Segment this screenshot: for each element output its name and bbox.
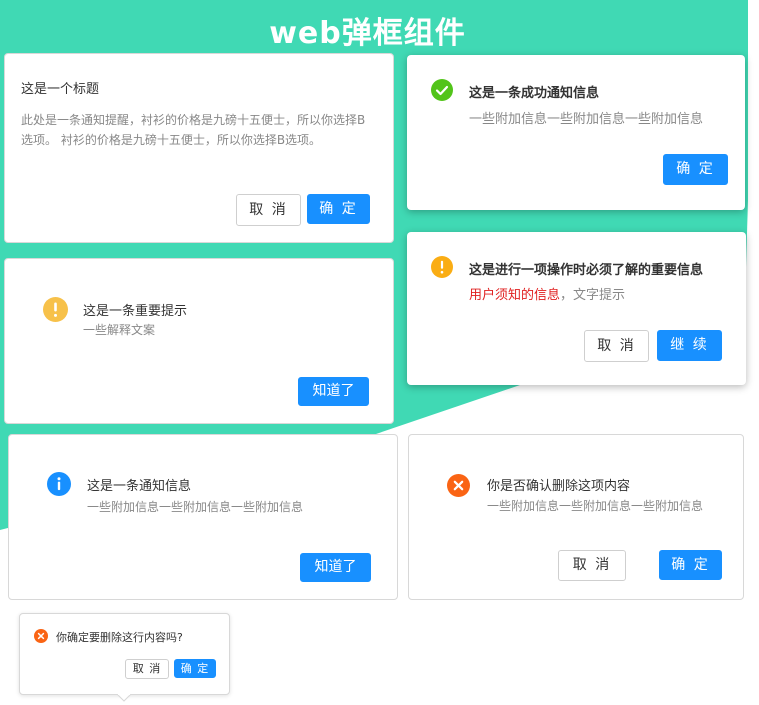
page-title: web弹框组件 [269, 16, 466, 51]
dialog-title: 这是一条通知信息 [87, 479, 192, 494]
exclamation-circle-icon [431, 256, 453, 278]
success-dialog: 这是一条成功通知信息 一些附加信息一些附加信息一些附加信息 确 定 [407, 55, 745, 210]
delete-confirm-dialog: 你是否确认删除这项内容 一些附加信息一些附加信息一些附加信息 取 消 确 定 [408, 434, 744, 600]
important-tip-dialog: 这是一条重要提示 一些解释文案 知道了 [4, 258, 394, 424]
info-circle-icon [47, 472, 71, 496]
continue-button[interactable]: 继 续 [657, 330, 722, 361]
popconfirm-text: 你确定要删除这行内容吗? [56, 631, 183, 644]
close-circle-icon [34, 629, 48, 643]
dialog-desc: 一些附加信息一些附加信息一些附加信息 [487, 499, 704, 513]
ok-button[interactable]: 确 定 [659, 550, 722, 580]
cancel-button[interactable]: 取 消 [558, 550, 626, 581]
dialog-desc: 用户须知的信息，文字提示 [469, 286, 625, 306]
dialog-desc: 一些附加信息一些附加信息一些附加信息 [469, 112, 704, 127]
close-circle-icon [447, 474, 470, 497]
info-dialog: 这是一条通知信息 一些附加信息一些附加信息一些附加信息 知道了 [8, 434, 398, 600]
cancel-button[interactable]: 取 消 [125, 659, 169, 679]
ok-button[interactable]: 确 定 [663, 154, 728, 185]
check-circle-icon [431, 79, 453, 101]
emphasis-text: 用户须知的信息 [469, 288, 561, 303]
popconfirm-arrow [117, 694, 131, 702]
dialog-title: 这是进行一项操作时必须了解的重要信息 [469, 263, 704, 278]
dialog-body: 此处是一条通知提醒，衬衫的价格是九磅十五便士，所以你选择B选项。 衬衫的价格是九… [21, 113, 366, 147]
dialog-title: 这是一条成功通知信息 [469, 86, 600, 101]
desc-rest: ，文字提示 [560, 288, 626, 303]
got-it-button[interactable]: 知道了 [298, 377, 369, 406]
ok-button[interactable]: 确 定 [174, 659, 216, 678]
dialog-desc: 一些解释文案 [83, 323, 156, 337]
warning-dialog: 这是进行一项操作时必须了解的重要信息 用户须知的信息，文字提示 取 消 继 续 [407, 232, 746, 385]
cancel-button[interactable]: 取 消 [236, 194, 301, 226]
exclamation-circle-icon [43, 297, 68, 322]
basic-dialog: 这是一个标题 此处是一条通知提醒，衬衫的价格是九磅十五便士，所以你选择B选项。 … [4, 53, 394, 243]
dialog-title: 这是一个标题 [21, 82, 100, 97]
popconfirm: 你确定要删除这行内容吗? 取 消 确 定 [19, 613, 230, 702]
cancel-button[interactable]: 取 消 [584, 330, 649, 362]
dialog-title: 你是否确认删除这项内容 [487, 479, 631, 494]
dialog-desc: 一些附加信息一些附加信息一些附加信息 [87, 500, 304, 514]
ok-button[interactable]: 确 定 [307, 194, 370, 224]
got-it-button[interactable]: 知道了 [300, 553, 371, 582]
dialog-title: 这是一条重要提示 [83, 304, 188, 319]
